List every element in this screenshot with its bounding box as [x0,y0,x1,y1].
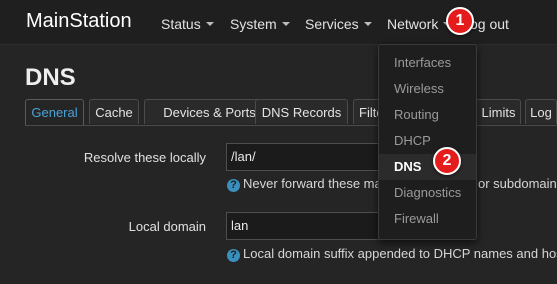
menu-item-interfaces[interactable]: Interfaces [379,50,476,76]
nav-services[interactable]: Services [305,16,372,32]
tab-log[interactable]: Log [525,99,557,124]
step-marker-1: 1 [446,7,474,35]
brand-logo[interactable]: MainStation [26,10,132,33]
menu-item-routing[interactable]: Routing [379,102,476,128]
menu-item-dns[interactable]: DNS [379,154,476,180]
tab-bar: General Cache Devices & Ports DNS Record… [25,99,557,126]
chevron-down-icon [281,22,290,26]
tab-cache[interactable]: Cache [89,99,139,124]
menu-item-wireless[interactable]: Wireless [379,76,476,102]
nav-network[interactable]: Network [387,16,452,32]
resolve-locally-label: Resolve these locally [83,150,206,165]
nav-logout[interactable]: og out [470,16,509,32]
chevron-down-icon [205,22,214,26]
menu-item-dhcp[interactable]: DHCP [379,128,476,154]
tab-dns-records[interactable]: DNS Records [255,99,348,124]
nav-status[interactable]: Status [161,16,214,32]
menu-item-firewall[interactable]: Firewall [379,206,476,232]
help-icon: ? [227,249,240,262]
nav-system[interactable]: System [230,16,290,32]
chevron-down-icon [363,22,372,26]
help-icon: ? [227,179,240,192]
local-domain-hint: ? Local domain suffix appended to DHCP na… [227,246,557,262]
step-marker-2: 2 [433,147,461,175]
local-domain-label: Local domain [128,219,206,234]
network-dropdown-menu: Interfaces Wireless Routing DHCP DNS Dia… [378,44,477,240]
resolve-locally-hint: ? Never forward these ma [227,176,382,192]
page-title: DNS [25,64,76,91]
menu-item-diagnostics[interactable]: Diagnostics [379,180,476,206]
tab-general[interactable]: General [25,99,84,125]
resolve-locally-hint-tail: or subdomains [478,176,557,191]
tab-limits[interactable]: Limits [476,99,521,124]
